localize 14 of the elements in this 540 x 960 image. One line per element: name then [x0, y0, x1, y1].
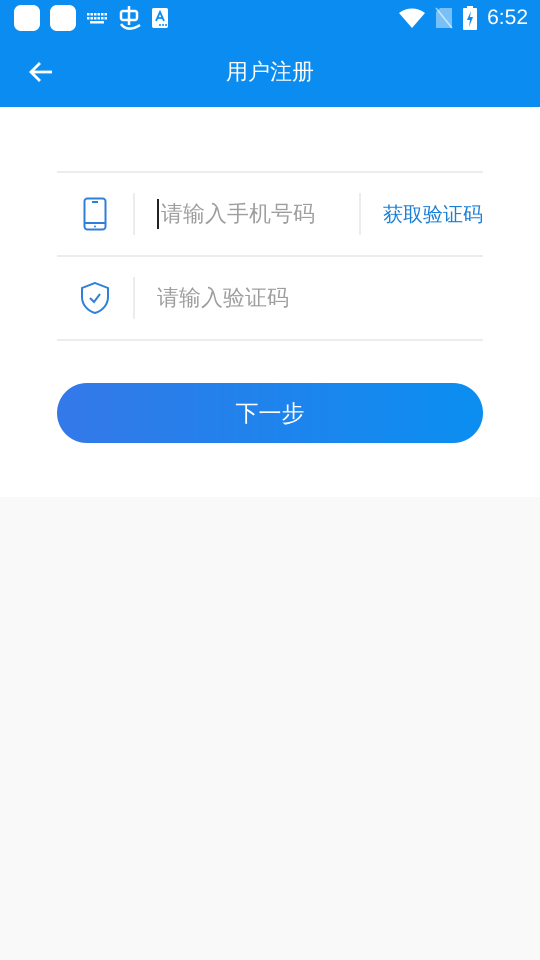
- keyboard-icon: [86, 11, 108, 25]
- page-title: 用户注册: [226, 58, 314, 86]
- back-arrow-icon: [28, 60, 54, 84]
- phone-icon: [83, 197, 107, 231]
- no-sim-icon: [435, 7, 454, 29]
- next-button[interactable]: 下一步: [57, 383, 483, 443]
- notification-icon: [14, 5, 40, 31]
- notification-icon: [50, 5, 76, 31]
- shield-check-icon: [80, 281, 110, 315]
- battery-charging-icon: [463, 6, 478, 30]
- translate-icon: [152, 8, 168, 28]
- wifi-icon: [399, 8, 426, 28]
- get-code-button[interactable]: 获取验证码: [359, 193, 483, 235]
- status-time: 6:52: [487, 6, 528, 30]
